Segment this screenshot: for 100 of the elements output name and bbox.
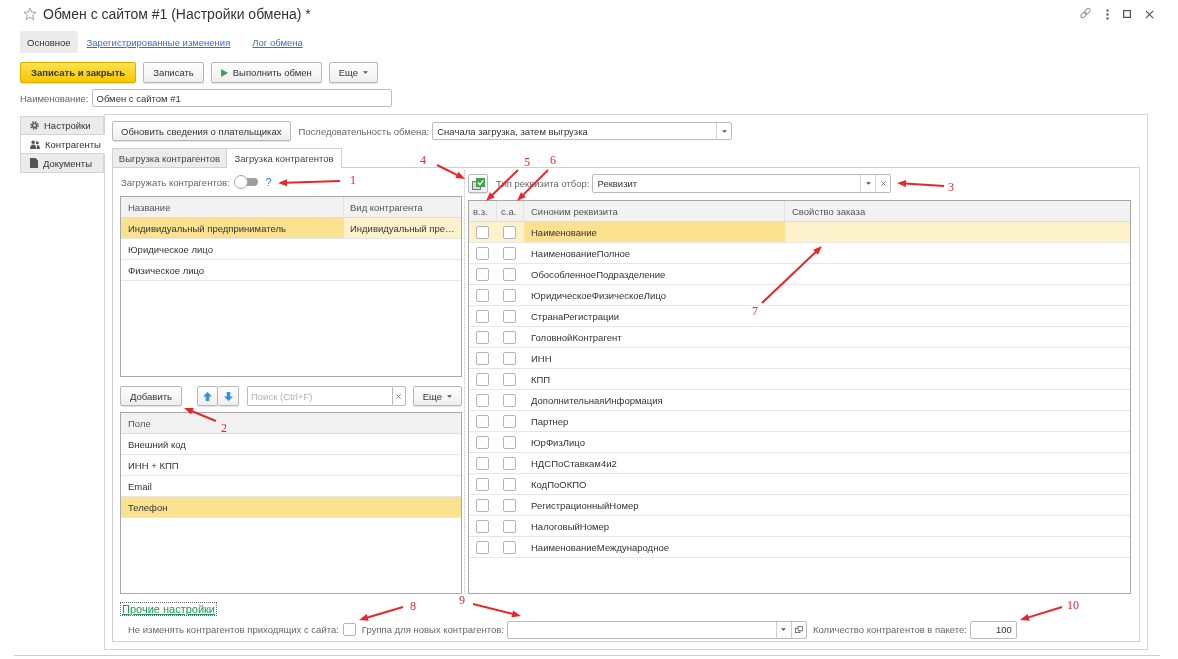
checkbox[interactable] xyxy=(503,225,516,239)
more-button[interactable]: Еще xyxy=(328,62,379,83)
list-row[interactable]: Телефон xyxy=(121,497,461,518)
table-row[interactable]: Индивидуальный предприниматель Индивидуальный пре… xyxy=(121,218,461,239)
checkbox[interactable] xyxy=(476,519,489,533)
help-link[interactable]: ? xyxy=(265,176,272,188)
run-exchange-button[interactable]: Выполнить обмен xyxy=(210,62,322,83)
table-cell: Наименование xyxy=(531,226,597,238)
checkbox[interactable] xyxy=(503,456,516,470)
checkbox[interactable] xyxy=(476,435,489,449)
section-tab[interactable]: Выгрузка контрагентов xyxy=(112,148,227,167)
table-row[interactable]: ЮридическоеФизическоеЛицо xyxy=(469,285,1130,306)
checkbox[interactable] xyxy=(476,393,489,407)
checkbox[interactable] xyxy=(503,267,516,281)
check-items-button[interactable] xyxy=(468,174,488,193)
checkbox[interactable] xyxy=(476,540,489,554)
list-row[interactable]: Внешний код xyxy=(121,434,461,455)
checkbox[interactable] xyxy=(476,414,489,428)
group-field[interactable] xyxy=(507,620,807,639)
name-field[interactable]: Обмен с сайтом #1 xyxy=(91,89,392,107)
checkbox[interactable] xyxy=(476,288,489,302)
checkbox[interactable] xyxy=(503,540,516,554)
checkbox[interactable] xyxy=(476,225,489,239)
section-tab[interactable]: Загрузка контрагентов xyxy=(227,148,342,168)
table-row[interactable]: ЮрФизЛицо xyxy=(469,432,1130,453)
checkbox[interactable] xyxy=(476,351,489,365)
caret-icon xyxy=(447,394,452,398)
checkbox[interactable] xyxy=(503,498,516,512)
maximize-icon[interactable] xyxy=(1123,10,1131,18)
annotation-arrow xyxy=(436,164,465,179)
table-row[interactable]: НаименованиеМеждународное xyxy=(469,537,1130,558)
table-row[interactable]: ИНН xyxy=(469,348,1130,369)
checkbox[interactable] xyxy=(476,267,489,281)
side-tab[interactable]: Настройки xyxy=(20,116,104,135)
add-button[interactable]: Добавить xyxy=(120,386,182,406)
table-row[interactable]: НДСПоСтавкам4и2 xyxy=(469,453,1130,474)
table-row[interactable]: РегистрационныйНомер xyxy=(469,495,1130,516)
save-button[interactable]: Записать xyxy=(143,62,204,83)
table-row[interactable]: НаименованиеПолное xyxy=(469,243,1130,264)
table-row[interactable]: Наименование xyxy=(469,222,1130,243)
batch-size-field[interactable]: 100 xyxy=(969,620,1017,639)
attribute-type-field[interactable]: Реквизит xyxy=(592,174,892,193)
table-row[interactable]: ОбособленноеПодразделение xyxy=(469,264,1130,285)
gear-icon xyxy=(30,121,39,130)
table-row[interactable]: ГоловнойКонтрагент xyxy=(469,327,1130,348)
checkbox[interactable] xyxy=(476,330,489,344)
table-row[interactable]: НалоговыйНомер xyxy=(469,516,1130,537)
more-button[interactable]: Еще xyxy=(412,386,462,406)
table-cell: КПП xyxy=(531,373,551,385)
move-up-button[interactable] xyxy=(197,386,218,406)
checkbox[interactable] xyxy=(503,330,516,344)
column-header: Свойство заказа xyxy=(791,204,867,219)
checkbox[interactable] xyxy=(476,246,489,260)
table-cell: НаименованиеМеждународное xyxy=(531,541,669,553)
checkbox[interactable] xyxy=(476,477,489,491)
checkbox[interactable] xyxy=(503,309,516,323)
more-icon[interactable] xyxy=(1106,8,1109,20)
clear-icon xyxy=(396,393,402,399)
table-row[interactable]: КодПоОКПО xyxy=(469,474,1130,495)
side-tab[interactable]: Контрагенты xyxy=(20,135,105,154)
other-settings-link[interactable]: Прочие настройки xyxy=(120,601,218,616)
close-icon[interactable] xyxy=(1145,9,1154,19)
caret-icon xyxy=(865,182,871,185)
checkbox[interactable] xyxy=(476,372,489,386)
link-icon[interactable] xyxy=(1079,7,1092,21)
toggle-switch[interactable] xyxy=(233,175,258,189)
form-tab[interactable]: Лог обмена xyxy=(245,31,310,53)
table-cell: НаименованиеПолное xyxy=(531,247,631,259)
table-row[interactable]: Юридическое лицо xyxy=(121,239,461,260)
table-row[interactable]: ДополнительнаяИнформация xyxy=(469,390,1130,411)
sequence-field[interactable]: Сначала загрузка, затем выгрузка xyxy=(432,122,733,140)
column-header: Название xyxy=(121,197,344,217)
checkbox[interactable] xyxy=(503,435,516,449)
table-row[interactable]: КПП xyxy=(469,369,1130,390)
form-tab[interactable]: Зарегистрированные изменения xyxy=(79,31,238,53)
checkbox[interactable] xyxy=(503,519,516,533)
side-tab[interactable]: Документы xyxy=(20,154,104,173)
search-field[interactable]: Поиск (Ctrl+F) xyxy=(247,386,392,406)
checkbox[interactable] xyxy=(503,372,516,386)
checkbox[interactable] xyxy=(503,477,516,491)
list-row[interactable]: ИНН + КПП xyxy=(121,455,461,476)
table-row[interactable]: Партнер xyxy=(469,411,1130,432)
checkbox[interactable] xyxy=(503,351,516,365)
star-icon[interactable] xyxy=(23,7,37,21)
checkbox[interactable] xyxy=(476,498,489,512)
squares-icon xyxy=(795,626,803,633)
checkbox[interactable] xyxy=(503,288,516,302)
checkbox[interactable] xyxy=(503,246,516,260)
move-down-button[interactable] xyxy=(218,386,239,406)
table-row[interactable]: Физическое лицо xyxy=(121,260,461,281)
table-cell: НалоговыйНомер xyxy=(531,520,610,532)
form-tab[interactable]: Основное xyxy=(20,31,78,53)
checkbox[interactable] xyxy=(342,623,356,636)
checkbox[interactable] xyxy=(503,393,516,407)
refresh-button[interactable]: Обновить сведения о плательщиках xyxy=(112,121,291,141)
open-button[interactable] xyxy=(791,621,806,638)
checkbox[interactable] xyxy=(503,414,516,428)
checkbox[interactable] xyxy=(476,309,489,323)
checkbox[interactable] xyxy=(476,456,489,470)
save-close-button[interactable]: Записать и закрыть xyxy=(20,62,137,83)
